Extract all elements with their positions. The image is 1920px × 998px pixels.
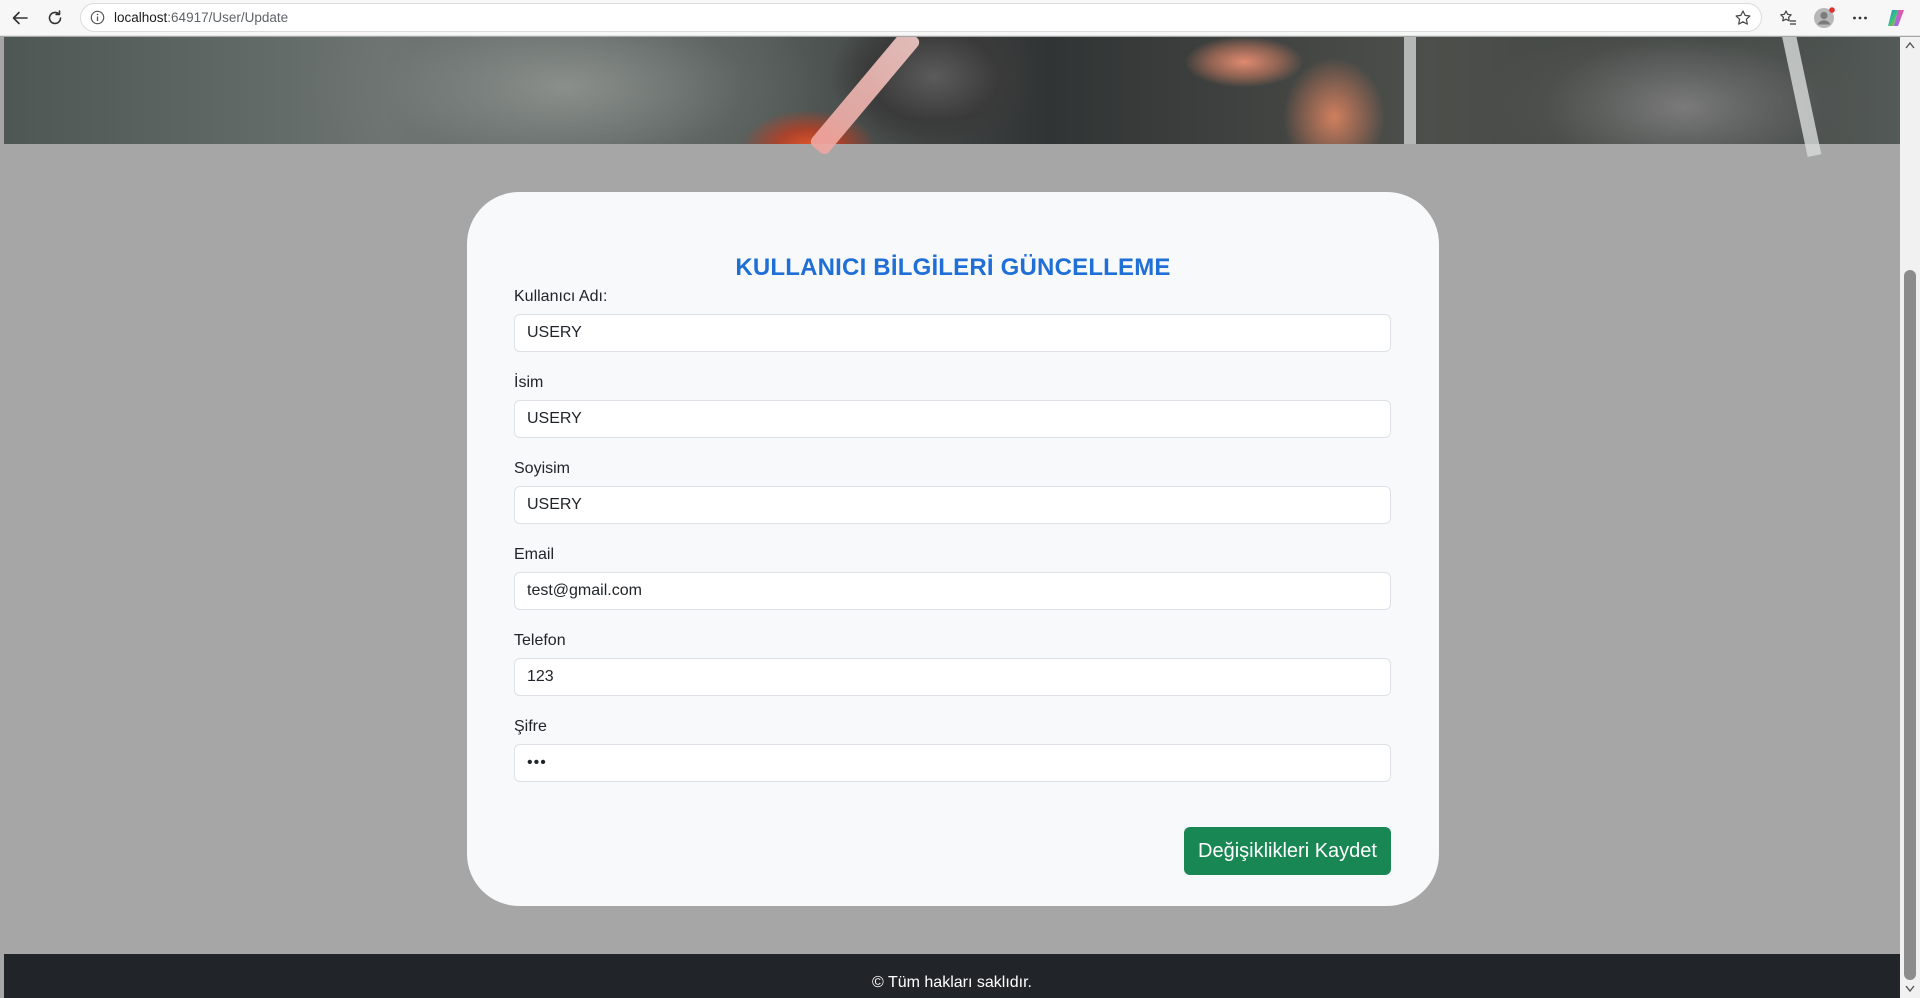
profile-button[interactable] bbox=[1810, 4, 1838, 32]
scroll-thumb[interactable] bbox=[1904, 270, 1916, 980]
first-name-label: İsim bbox=[514, 374, 544, 391]
hero-image bbox=[4, 37, 1900, 158]
back-button[interactable] bbox=[6, 4, 34, 32]
username-label: Kullanıcı Adı: bbox=[514, 288, 608, 305]
hero-decor bbox=[1404, 37, 1416, 144]
last-name-input[interactable]: USERY bbox=[514, 486, 1391, 524]
reload-icon bbox=[48, 10, 62, 25]
email-label: Email bbox=[514, 546, 555, 563]
password-label: Şifre bbox=[514, 718, 547, 735]
password-input[interactable]: ••• bbox=[514, 744, 1391, 782]
save-changes-button[interactable]: Değişiklikleri Kaydet bbox=[1184, 827, 1391, 875]
last-name-label: Soyisim bbox=[514, 460, 571, 477]
first-name-input[interactable]: USERY bbox=[514, 400, 1391, 438]
url-host: localhost bbox=[114, 10, 168, 25]
page-content: KULLANICI BİLGİLERİ GÜNCELLEME Kullanıcı… bbox=[4, 37, 1900, 998]
url-path: :64917/User/Update bbox=[167, 10, 289, 25]
browser-toolbar: localhost:64917/User/Update bbox=[0, 0, 1920, 36]
url-text[interactable]: localhost:64917/User/Update bbox=[114, 10, 288, 25]
favorites-icon bbox=[1780, 10, 1796, 25]
scroll-up-icon[interactable] bbox=[1905, 40, 1915, 50]
email-input[interactable]: test@gmail.com bbox=[514, 572, 1391, 610]
more-icon bbox=[1853, 16, 1867, 20]
username-input[interactable]: USERY bbox=[514, 314, 1391, 352]
phone-input[interactable]: 123 bbox=[514, 658, 1391, 696]
address-bar[interactable]: localhost:64917/User/Update bbox=[80, 3, 1762, 32]
hero-decor bbox=[1780, 37, 1822, 158]
favorites-button[interactable] bbox=[1774, 4, 1802, 32]
form-title: KULLANICI BİLGİLERİ GÜNCELLEME bbox=[735, 254, 1171, 281]
scroll-down-icon[interactable] bbox=[1905, 984, 1915, 994]
profile-icon bbox=[1814, 7, 1835, 28]
copyright-text: © Tüm hakları saklıdır. bbox=[872, 974, 1032, 991]
reload-button[interactable] bbox=[41, 4, 69, 32]
star-icon[interactable] bbox=[1733, 8, 1753, 28]
hero-decor bbox=[808, 37, 922, 157]
user-update-form: KULLANICI BİLGİLERİ GÜNCELLEME Kullanıcı… bbox=[467, 192, 1439, 906]
vertical-scrollbar[interactable] bbox=[1900, 37, 1920, 998]
footer: © Tüm hakları saklıdır. bbox=[4, 954, 1900, 998]
back-arrow-icon bbox=[12, 11, 28, 25]
copilot-button[interactable] bbox=[1882, 4, 1910, 32]
phone-label: Telefon bbox=[514, 632, 566, 649]
copilot-icon bbox=[1888, 10, 1904, 26]
more-menu-button[interactable] bbox=[1846, 4, 1874, 32]
info-icon[interactable] bbox=[89, 9, 106, 26]
